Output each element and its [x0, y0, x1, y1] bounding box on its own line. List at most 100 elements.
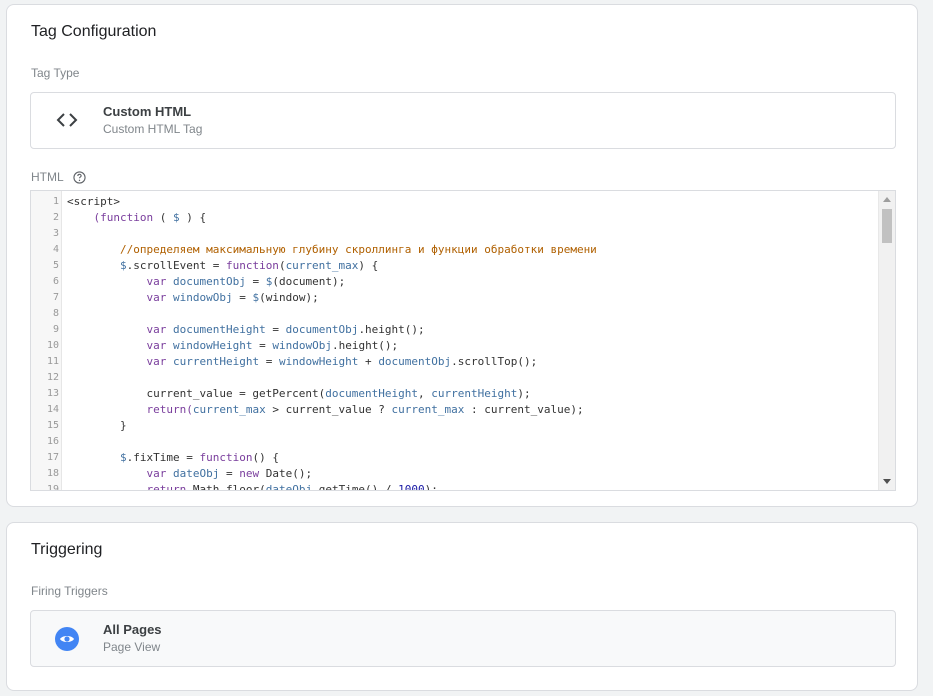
code-token: = — [252, 339, 273, 352]
line-number: 9 — [52, 324, 59, 335]
code-token: Math.floor( — [186, 483, 266, 491]
scroll-up-arrow-icon[interactable] — [883, 197, 891, 202]
code-token: = — [232, 291, 253, 304]
code-token: documentObj — [172, 275, 246, 288]
line-number: 3 — [52, 228, 59, 239]
code-line: 17 $.fixTime = function() { — [31, 450, 877, 466]
line-number: 12 — [46, 372, 59, 383]
code-token: : current_value); — [464, 403, 584, 416]
tag-type-selector[interactable]: Custom HTML Custom HTML Tag — [30, 92, 896, 149]
code-token: current_max — [391, 403, 465, 416]
code-token: $ — [119, 259, 127, 272]
line-number: 19 — [46, 484, 59, 491]
line-content: var documentObj = $(document); — [67, 274, 345, 290]
editor-scrollbar[interactable] — [878, 191, 895, 490]
line-number: 5 — [52, 260, 59, 271]
code-token: } — [67, 419, 127, 432]
code-token: = — [245, 275, 266, 288]
trigger-badge — [55, 627, 79, 651]
code-token: var — [146, 275, 167, 288]
line-number: 13 — [46, 388, 59, 399]
code-token: () { — [252, 451, 279, 464]
code-token: .scrollTop(); — [451, 355, 538, 368]
code-token: (document); — [272, 275, 346, 288]
code-token: windowHeight — [278, 355, 359, 368]
code-token: dateObj — [172, 467, 220, 480]
line-number: 15 — [46, 420, 59, 431]
line-number: 4 — [52, 244, 59, 255]
code-token: dateObj — [265, 483, 313, 491]
code-line: 19 return Math.floor(dateObj.getTime() /… — [31, 482, 877, 491]
line-content: current_value = getPercent(documentHeigh… — [67, 386, 531, 402]
code-token: windowHeight — [172, 339, 253, 352]
line-content: var currentHeight = windowHeight + docum… — [67, 354, 537, 370]
html-label: HTML — [31, 170, 64, 184]
code-token: var — [146, 339, 167, 352]
tag-type-label: Tag Type — [31, 66, 80, 80]
triggering-title: Triggering — [31, 541, 103, 558]
html-label-row: HTML — [31, 170, 86, 184]
line-content: <script> — [67, 194, 120, 210]
code-token: $ — [119, 451, 127, 464]
code-line: 12 — [31, 370, 877, 386]
code-line: 11 var currentHeight = windowHeight + do… — [31, 354, 877, 370]
line-content: //определяем максимальную глубину скролл… — [67, 242, 597, 258]
line-number: 2 — [52, 212, 59, 223]
code-token: return( — [146, 403, 193, 416]
code-line: 13 current_value = getPercent(documentHe… — [31, 386, 877, 402]
code-token: = — [259, 355, 279, 368]
code-line: 4 //определяем максимальную глубину скро… — [31, 242, 877, 258]
code-line: 8 — [31, 306, 877, 322]
firing-triggers-label: Firing Triggers — [31, 584, 108, 598]
code-token: function — [225, 259, 279, 272]
code-line: 14 return(current_max > current_value ? … — [31, 402, 877, 418]
code-token: current_value = getPercent( — [67, 387, 326, 400]
line-content: var windowObj = $(window); — [67, 290, 319, 306]
code-token: (window); — [259, 291, 319, 304]
trigger-item-all-pages[interactable]: All Pages Page View — [30, 610, 896, 667]
code-token: var — [146, 355, 167, 368]
code-line: 3 — [31, 226, 877, 242]
code-token: var — [146, 467, 167, 480]
tag-type-name: Custom HTML — [103, 104, 192, 119]
scroll-down-arrow-icon[interactable] — [883, 479, 891, 484]
code-brackets-icon — [56, 113, 78, 127]
tag-type-description: Custom HTML Tag — [103, 122, 203, 136]
code-token: (function — [93, 211, 154, 224]
line-content: var documentHeight = documentObj.height(… — [67, 322, 424, 338]
code-token: ); — [517, 387, 531, 400]
line-number: 14 — [46, 404, 59, 415]
html-code-editor[interactable]: 1 <script> 2 (function ( $ ) {3 4 //определ… — [30, 190, 896, 491]
line-content: var dateObj = new Date(); — [67, 466, 312, 482]
code-token: documentHeight — [172, 323, 266, 336]
scroll-thumb[interactable] — [882, 209, 892, 243]
line-number: 8 — [52, 308, 59, 319]
code-line: 18 var dateObj = new Date(); — [31, 466, 877, 482]
code-token: Date(); — [259, 467, 313, 480]
code-line: 2 (function ( $ ) { — [31, 210, 877, 226]
code-token: current_max — [192, 403, 266, 416]
line-number: 18 — [46, 468, 59, 479]
code-token: var — [146, 323, 167, 336]
code-line: 5 $.scrollEvent = function(current_max) … — [31, 258, 877, 274]
code-line: 1 <script> — [31, 194, 877, 210]
line-content: return(current_max > current_value ? cur… — [67, 402, 584, 418]
help-icon[interactable] — [73, 170, 86, 184]
code-token: ) { — [179, 211, 207, 224]
code-line: 7 var windowObj = $(window); — [31, 290, 877, 306]
code-token: .scrollEvent = — [126, 259, 226, 272]
code-token: return — [146, 483, 187, 491]
code-token: ( — [153, 211, 173, 224]
code-token: var — [146, 291, 167, 304]
code-token: , — [418, 387, 432, 400]
